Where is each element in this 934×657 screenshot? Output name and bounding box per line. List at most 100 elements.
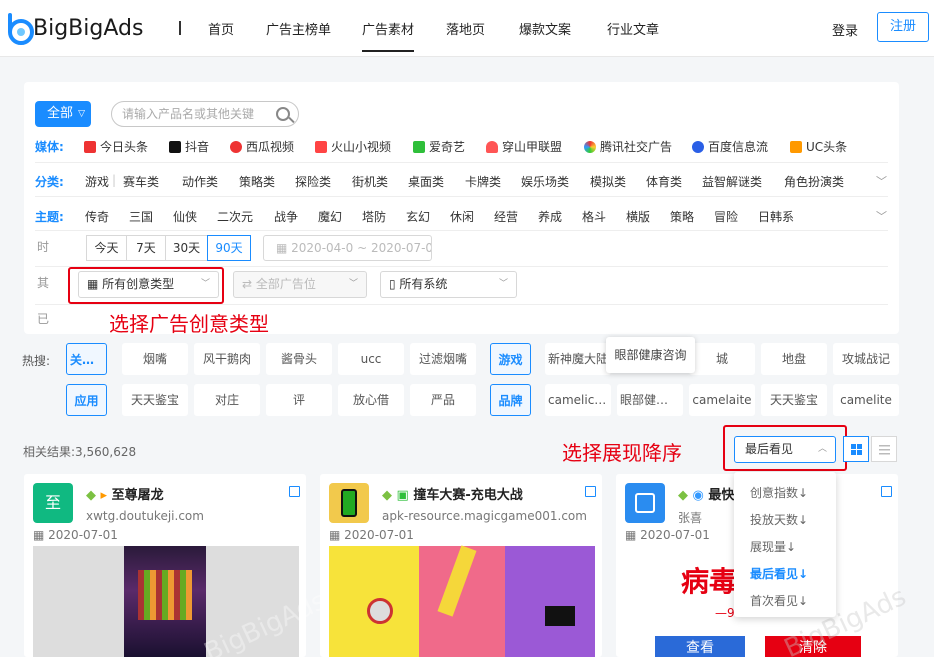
nav-ad-creatives[interactable]: 广告素材 [362,19,415,52]
theme-item[interactable]: 二次元 [217,208,253,225]
sort-option-days[interactable]: 投放天数↓ [750,511,808,528]
theme-item[interactable]: 三国 [129,208,153,225]
creative-thumbnail[interactable] [329,545,595,657]
ad-card[interactable]: ◆ ▣ 撞车大赛-充电大战 apk-resource.magicgame001.… [320,474,602,657]
media-label: 火山小视频 [331,140,392,154]
media-pangolin[interactable]: 穿山甲联盟 [486,138,562,155]
hot-keyword[interactable]: 酱骨头 [266,343,332,375]
category-item[interactable]: 策略类 [239,173,275,190]
hot-keyword[interactable]: 风干鹅肉 [194,343,260,375]
nav-home[interactable]: 首页 [208,19,234,38]
hot-keyword[interactable]: 对庄 [194,384,260,416]
theme-item[interactable]: 传奇 [85,208,109,225]
hot-tag-keyword[interactable]: 关键词 [66,343,107,375]
theme-item[interactable]: 魔幻 [318,208,342,225]
theme-item[interactable]: 塔防 [362,208,386,225]
app-icon [329,483,369,523]
grid-view-button[interactable] [843,436,869,462]
chevron-down-icon[interactable]: ﹀ [876,208,887,224]
theme-item[interactable]: 格斗 [582,208,606,225]
hot-keyword[interactable]: 眼部健康咨询 [617,384,683,416]
system-select[interactable]: ▯ 所有系统 ﹀ [380,271,517,298]
media-tencent-social[interactable]: 腾讯社交广告 [584,138,672,155]
hot-keyword[interactable]: 天天鉴宝 [122,384,188,416]
search-input[interactable]: 请输入产品名或其他关键 [111,101,299,127]
time-90d-button[interactable]: 90天 [207,235,251,261]
sort-option-first-seen[interactable]: 首次看见↓ [750,592,808,609]
theme-item[interactable]: 冒险 [714,208,738,225]
media-toutiao[interactable]: 今日头条 [84,138,148,155]
media-iqiyi[interactable]: 爱奇艺 [413,138,465,155]
time-30d-button[interactable]: 30天 [165,235,208,261]
nav-advertiser-ranking[interactable]: 广告主榜单 [266,19,331,38]
theme-item[interactable]: 日韩系 [758,208,794,225]
media-huoshan[interactable]: 火山小视频 [315,138,391,155]
theme-item[interactable]: 战争 [274,208,298,225]
external-link-icon[interactable] [881,486,892,497]
hot-keyword[interactable]: ucc [338,343,404,375]
category-item[interactable]: 模拟类 [590,173,626,190]
hot-keyword[interactable]: 严品 [410,384,476,416]
hot-keyword[interactable]: camelaite [689,384,755,416]
sort-option-impressions[interactable]: 展现量↓ [750,538,796,555]
hot-keyword[interactable]: 放心借 [338,384,404,416]
hot-keyword[interactable]: 过滤烟嘴 [410,343,476,375]
hot-keyword[interactable]: 城 [689,343,755,375]
media-baidu[interactable]: 百度信息流 [692,138,768,155]
sort-option-last-seen[interactable]: 最后看见↓ [750,565,808,582]
theme-item[interactable]: 仙侠 [173,208,197,225]
register-button[interactable]: 注册 [877,12,929,42]
hot-keyword[interactable]: 烟嘴 [122,343,188,375]
hot-keyword[interactable]: 天天鉴宝 [761,384,827,416]
category-item[interactable]: 动作类 [182,173,218,190]
creative-headline: 病毒 [681,565,738,598]
nav-industry-articles[interactable]: 行业文章 [607,19,659,38]
nav-landing-pages[interactable]: 落地页 [446,19,485,38]
hot-tag-app[interactable]: 应用 [66,384,107,416]
date-range-input[interactable]: ▦ 2020-04-0 ~ 2020-07-0 [263,235,432,261]
theme-item[interactable]: 玄幻 [406,208,430,225]
category-item[interactable]: 卡牌类 [465,173,501,190]
hot-keyword[interactable]: 攻城战记 [833,343,899,375]
media-douyin[interactable]: 抖音 [169,138,209,155]
chevron-down-icon[interactable]: ﹀ [876,173,887,189]
category-item[interactable]: 桌面类 [408,173,444,190]
hot-keyword[interactable]: camelicious [545,384,611,416]
hot-keyword[interactable]: 评 [266,384,332,416]
hot-tag-game[interactable]: 游戏 [490,343,531,375]
time-7d-button[interactable]: 7天 [126,235,166,261]
category-item[interactable]: 娱乐场类 [521,173,569,190]
category-divider: | [112,173,117,187]
search-icon[interactable] [276,107,290,121]
scope-dropdown[interactable]: 全部 ▽ [35,101,91,127]
login-link[interactable]: 登录 [832,20,858,39]
external-link-icon[interactable] [585,486,596,497]
media-uc[interactable]: UC头条 [790,138,847,155]
annotation-creative-type: 选择广告创意类型 [109,312,269,336]
hot-tag-brand[interactable]: 品牌 [490,384,531,416]
category-item[interactable]: 体育类 [646,173,682,190]
media-xigua[interactable]: 西瓜视频 [230,138,294,155]
hot-keyword[interactable]: 地盘 [761,343,827,375]
category-item[interactable]: 探险类 [295,173,331,190]
sort-option-creative-index[interactable]: 创意指数↓ [750,484,808,501]
theme-item[interactable]: 经营 [494,208,518,225]
category-item[interactable]: 角色扮演类 [784,173,844,190]
category-item[interactable]: 益智解谜类 [702,173,762,190]
theme-item[interactable]: 横版 [626,208,650,225]
category-item[interactable]: 街机类 [352,173,388,190]
theme-item[interactable]: 休闲 [450,208,474,225]
external-link-icon[interactable] [289,486,300,497]
theme-item[interactable]: 养成 [538,208,562,225]
ad-position-select[interactable]: ⇄ 全部广告位 ﹀ [233,271,367,298]
brand-name[interactable]: BigBigAds [33,16,143,41]
hot-keyword[interactable]: 新神魔大陆 [545,343,611,375]
list-view-button[interactable] [871,436,897,462]
theme-item[interactable]: 策略 [670,208,694,225]
hot-keyword[interactable]: camelite [833,384,899,416]
header-divider [179,21,181,35]
category-item[interactable]: 赛车类 [123,173,159,190]
time-today-button[interactable]: 今天 [86,235,127,261]
category-item[interactable]: 游戏 [85,173,109,190]
nav-hot-copy[interactable]: 爆款文案 [519,19,571,38]
